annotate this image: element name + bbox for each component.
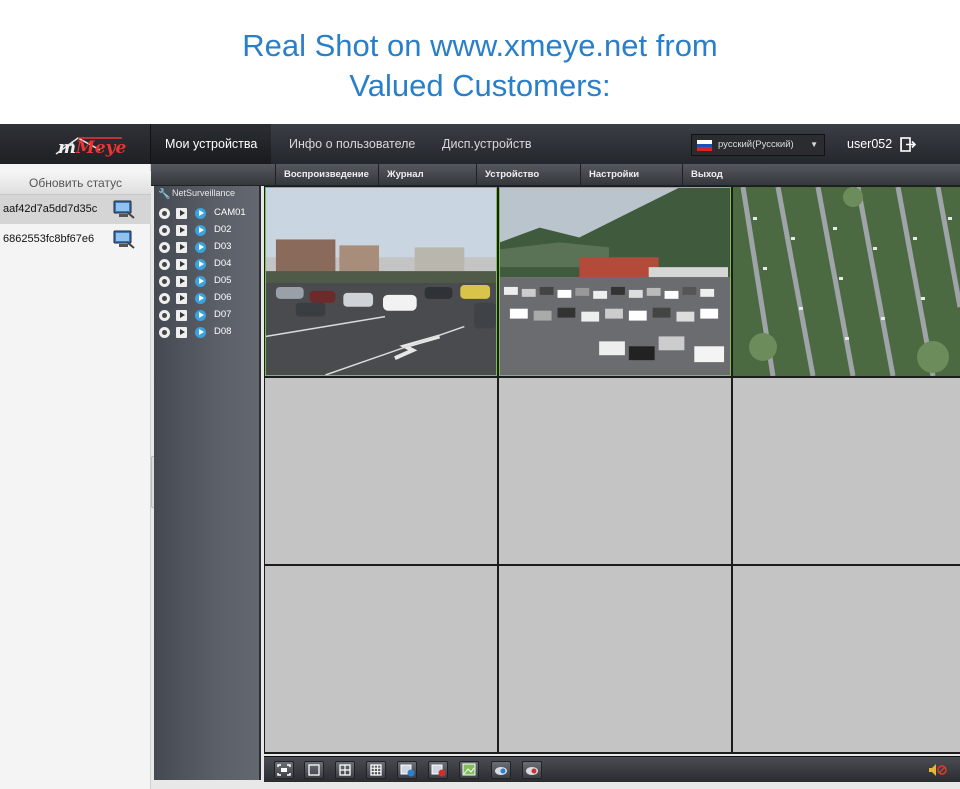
channel-label[interactable]: CAM01 [214,207,246,218]
nine-view-icon[interactable] [366,761,386,779]
russia-flag-icon [697,140,712,151]
device-item[interactable]: aaf42d7a5dd7d35c [0,195,151,224]
subnav-exit[interactable]: Выход [682,164,960,186]
video-cell-7[interactable] [265,566,497,752]
talk-icon[interactable] [491,761,511,779]
language-value: русский(Русский) [718,139,794,150]
channel-label[interactable]: D08 [214,326,231,337]
video-cell-6[interactable] [733,378,960,564]
logo-area: mMeye [0,124,151,164]
quad-view-icon[interactable] [335,761,355,779]
tree-root-label: NetSurveillance [172,188,236,198]
video-cell-4[interactable] [265,378,497,564]
channel-label[interactable]: D07 [214,309,231,320]
play-live-icon[interactable] [195,327,206,338]
banner-line-1: Real Shot on www.xmeye.net from [242,28,718,63]
playback-icon[interactable] [176,225,187,236]
playback-icon[interactable] [176,242,187,253]
play-live-icon[interactable] [195,259,206,270]
channel-label[interactable]: D05 [214,275,231,286]
record-icon[interactable] [159,208,170,219]
close-video-icon[interactable] [522,761,542,779]
channel-row: D03 [158,240,258,256]
chevron-down-icon: ▼ [810,140,818,149]
play-live-icon[interactable] [195,242,206,253]
logout-icon[interactable] [900,137,916,152]
channel-row: D05 [158,274,258,290]
subnav-settings[interactable]: Настройки [580,164,681,186]
video-cell-3-aerial-parking[interactable] [733,187,960,376]
channel-label[interactable]: D06 [214,292,231,303]
user-label: user052 | [847,124,903,164]
wrench-icon: 🔧 [158,189,171,200]
refresh-status-button[interactable]: Обновить статус [0,171,151,195]
promo-banner: Real Shot on www.xmeye.net from Valued C… [0,0,960,124]
channel-row: D02 [158,223,258,239]
record-icon[interactable] [397,761,417,779]
subnav-log[interactable]: Журнал [378,164,475,186]
top-nav: mMeye Мои устройства Инфо о пользователе… [0,124,960,164]
subnav-device[interactable]: Устройство [476,164,579,186]
record-icon[interactable] [159,242,170,253]
video-cell-2-mountain-parking[interactable] [499,187,731,376]
channel-label[interactable]: D02 [214,224,231,235]
playback-icon[interactable] [176,327,187,338]
play-live-icon[interactable] [195,276,206,287]
nav-my-devices[interactable]: Мои устройства [151,124,272,164]
record-icon[interactable] [159,293,170,304]
play-live-icon[interactable] [195,293,206,304]
channel-label[interactable]: D03 [214,241,231,252]
monitor-icon [113,230,135,249]
video-cell-9[interactable] [733,566,960,752]
video-cell-1-parking-lot[interactable] [265,187,497,376]
play-live-icon[interactable] [195,208,206,219]
video-cell-5[interactable] [499,378,731,564]
channel-row: D07 [158,308,258,324]
subnav-playback[interactable]: Воспроизведение [275,164,378,186]
stop-record-icon[interactable] [428,761,448,779]
channel-row: D08 [158,325,258,341]
nav-device-manager[interactable]: Дисп.устройств [442,124,532,164]
fullscreen-icon[interactable] [274,761,294,779]
channel-row: D04 [158,257,258,273]
video-cell-8[interactable] [499,566,731,752]
tree-root[interactable]: 🔧 NetSurveillance [158,188,235,202]
language-select[interactable]: русский(Русский) ▼ [691,134,825,156]
play-live-icon[interactable] [195,310,206,321]
playback-icon[interactable] [176,276,187,287]
channel-label[interactable]: D04 [214,258,231,269]
record-icon[interactable] [159,259,170,270]
channel-row: CAM01 [158,206,258,222]
playback-icon[interactable] [176,293,187,304]
username: user052 [847,137,893,151]
device-id: 6862553fc8bf67e6 [3,233,95,245]
record-icon[interactable] [159,327,170,338]
play-live-icon[interactable] [195,225,206,236]
logo-text: mMeye [58,138,127,158]
record-icon[interactable] [159,225,170,236]
monitor-icon [113,200,135,219]
banner-line-2: Valued Customers: [349,68,611,103]
video-grid [264,186,960,754]
record-icon[interactable] [159,310,170,321]
single-view-icon[interactable] [304,761,324,779]
playback-icon[interactable] [176,259,187,270]
snapshot-icon[interactable] [459,761,479,779]
record-icon[interactable] [159,276,170,287]
speaker-muted-icon[interactable] [928,763,948,777]
playback-icon[interactable] [176,208,187,219]
channel-tree: 🔧 NetSurveillance CAM01 D02 D03 D04 D05 … [154,186,261,780]
device-item[interactable]: 6862553fc8bf67e6 [0,225,151,254]
device-list-panel: Обновить статус aaf42d7a5dd7d35c 6862553… [0,164,151,789]
video-toolbar [264,756,960,782]
channel-row: D06 [158,291,258,307]
device-id: aaf42d7a5dd7d35c [3,203,98,215]
nav-user-info[interactable]: Инфо о пользователе [289,124,415,164]
xmeye-web-client: mMeye Мои устройства Инфо о пользователе… [0,124,960,789]
playback-icon[interactable] [176,310,187,321]
sub-nav: Воспроизведение Журнал Устройство Настро… [151,164,960,186]
